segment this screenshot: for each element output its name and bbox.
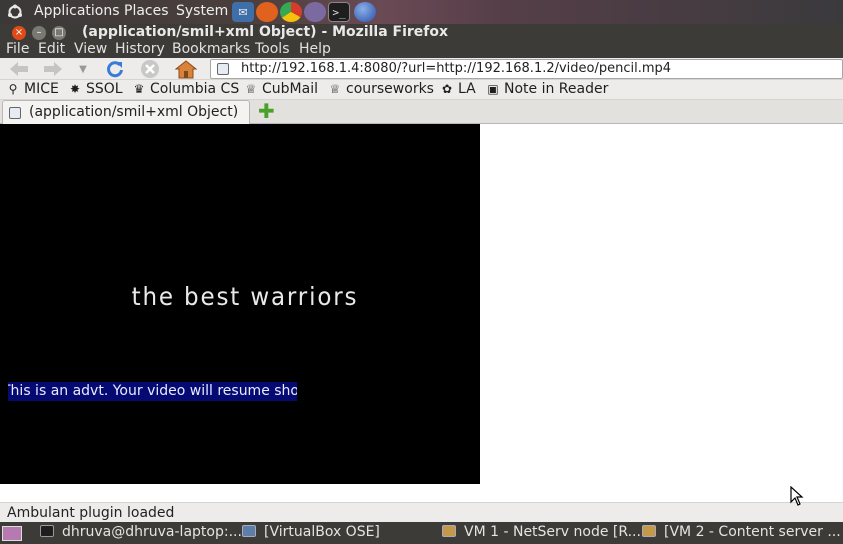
bookmark-columbia-cs[interactable]: ♛ Columbia CS: [132, 81, 240, 97]
menu-file[interactable]: File: [6, 41, 29, 57]
maximize-window-button[interactable]: □: [52, 26, 66, 40]
taskbar-label: [VM 2 - Content server ...: [664, 524, 841, 540]
taskbar-item-terminal[interactable]: dhruva@dhruva-laptop:...: [40, 524, 242, 542]
crown-icon: ♕: [245, 82, 257, 96]
taskbar-item-vm2[interactable]: [VM 2 - Content server ...: [642, 524, 841, 542]
show-desktop-icon[interactable]: [2, 526, 22, 541]
bookmark-note-in-reader[interactable]: ▣ Note in Reader: [486, 81, 608, 97]
tab-label: (application/smil+xml Object): [29, 104, 239, 120]
taskbar-label: [VirtualBox OSE]: [264, 524, 380, 540]
taskbar-item-vm1[interactable]: VM 1 - NetServ node [R...: [442, 524, 641, 542]
places-menu[interactable]: Places: [124, 3, 169, 19]
taskbar-label: dhruva@dhruva-laptop:...: [62, 524, 242, 540]
history-dropdown-icon[interactable]: ▼: [76, 59, 90, 79]
ssol-icon: ✸: [69, 82, 81, 96]
forward-button[interactable]: [40, 59, 66, 79]
bookmark-label: LA: [458, 81, 476, 97]
crown-icon: ♕: [329, 82, 341, 96]
ad-banner-text: This is an advt. Your video will resume …: [8, 383, 297, 399]
bookmark-la[interactable]: ✿ LA: [440, 81, 476, 97]
menu-view[interactable]: View: [74, 41, 107, 57]
columbia-icon: ♛: [133, 82, 145, 96]
menubar: File Edit View History Bookmarks Tools H…: [0, 41, 843, 58]
taskbar-item-virtualbox[interactable]: [VirtualBox OSE]: [242, 524, 380, 542]
chrome-icon[interactable]: [280, 2, 302, 22]
status-text: Ambulant plugin loaded: [7, 505, 175, 521]
bookmark-label: MICE: [24, 81, 59, 97]
mouse-cursor-icon: [790, 486, 804, 506]
pidgin-icon[interactable]: [304, 2, 326, 22]
url-text[interactable]: http://192.168.1.4:8080/?url=http://192.…: [241, 61, 671, 76]
virtualbox-icon: [242, 525, 256, 537]
video-player[interactable]: the best warriors This is an advt. Your …: [0, 124, 480, 484]
bookmark-cubmail[interactable]: ♕ CubMail: [244, 81, 318, 97]
tab-smil-object[interactable]: (application/smil+xml Object): [2, 100, 250, 124]
system-menu[interactable]: System: [176, 3, 228, 19]
site-identity-icon[interactable]: [217, 63, 229, 75]
menu-bookmarks[interactable]: Bookmarks: [172, 41, 250, 57]
menu-edit[interactable]: Edit: [38, 41, 65, 57]
bookmarks-toolbar: ⚲ MICE ✸ SSOL ♛ Columbia CS ♕ CubMail ♕ cours…: [0, 80, 843, 100]
video-caption: the best warriors: [131, 282, 359, 311]
page-icon: [9, 107, 21, 119]
bookmark-courseworks[interactable]: ♕ courseworks: [328, 81, 434, 97]
firefox-icon[interactable]: [256, 2, 278, 22]
vm-icon: [442, 525, 456, 537]
tab-bar: (application/smil+xml Object) ✚: [0, 100, 843, 124]
home-icon: [175, 60, 197, 79]
terminal-icon: [40, 525, 54, 537]
applications-menu[interactable]: Applications: [34, 3, 120, 19]
taskbar-label: VM 1 - NetServ node [R...: [464, 524, 641, 540]
ad-banner: This is an advt. Your video will resume …: [8, 382, 297, 401]
window-title: (application/smil+xml Object) - Mozilla …: [82, 24, 449, 40]
window-titlebar: × – □ (application/smil+xml Object) - Mo…: [0, 24, 843, 42]
bookmark-label: SSOL: [86, 81, 123, 97]
bookmark-label: CubMail: [262, 81, 318, 97]
menu-help[interactable]: Help: [299, 41, 331, 57]
ubuntu-logo-icon[interactable]: [7, 4, 23, 20]
la-icon: ✿: [441, 82, 453, 96]
back-arrow-icon: [10, 62, 28, 76]
bookmark-mice[interactable]: ⚲ MICE: [6, 81, 59, 97]
home-button[interactable]: [173, 59, 199, 79]
network-icon[interactable]: [354, 2, 376, 22]
status-bar: Ambulant plugin loaded: [0, 502, 843, 522]
new-tab-plus-icon[interactable]: ✚: [258, 101, 275, 121]
vm-icon: [642, 525, 656, 537]
bottom-panel: dhruva@dhruva-laptop:... [VirtualBox OSE…: [0, 522, 843, 544]
stop-icon: [141, 60, 159, 78]
close-window-button[interactable]: ×: [12, 26, 26, 40]
page-icon: ▣: [487, 82, 499, 96]
reload-icon: [107, 61, 123, 78]
url-bar[interactable]: http://192.168.1.4:8080/?url=http://192.…: [210, 59, 843, 79]
minimize-window-button[interactable]: –: [32, 26, 46, 40]
back-button[interactable]: [6, 59, 32, 79]
top-panel: Applications Places System ✉ >_: [0, 0, 843, 24]
menu-history[interactable]: History: [115, 41, 165, 57]
stop-button[interactable]: [138, 59, 162, 79]
thunderbird-icon[interactable]: ✉: [232, 2, 254, 22]
bookmark-label: courseworks: [346, 81, 434, 97]
bookmark-label: Note in Reader: [504, 81, 609, 97]
terminal-icon[interactable]: >_: [328, 2, 350, 22]
reload-button[interactable]: [103, 59, 127, 79]
page-content: the best warriors This is an advt. Your …: [0, 124, 843, 502]
bookmark-label: Columbia CS: [150, 81, 240, 97]
mice-icon: ⚲: [8, 82, 18, 96]
navigation-toolbar: ▼ http://192.168.1.4:8080/?url=http://19…: [0, 58, 843, 80]
menu-tools[interactable]: Tools: [255, 41, 290, 57]
bookmark-ssol[interactable]: ✸ SSOL: [68, 81, 123, 97]
forward-arrow-icon: [44, 62, 62, 76]
